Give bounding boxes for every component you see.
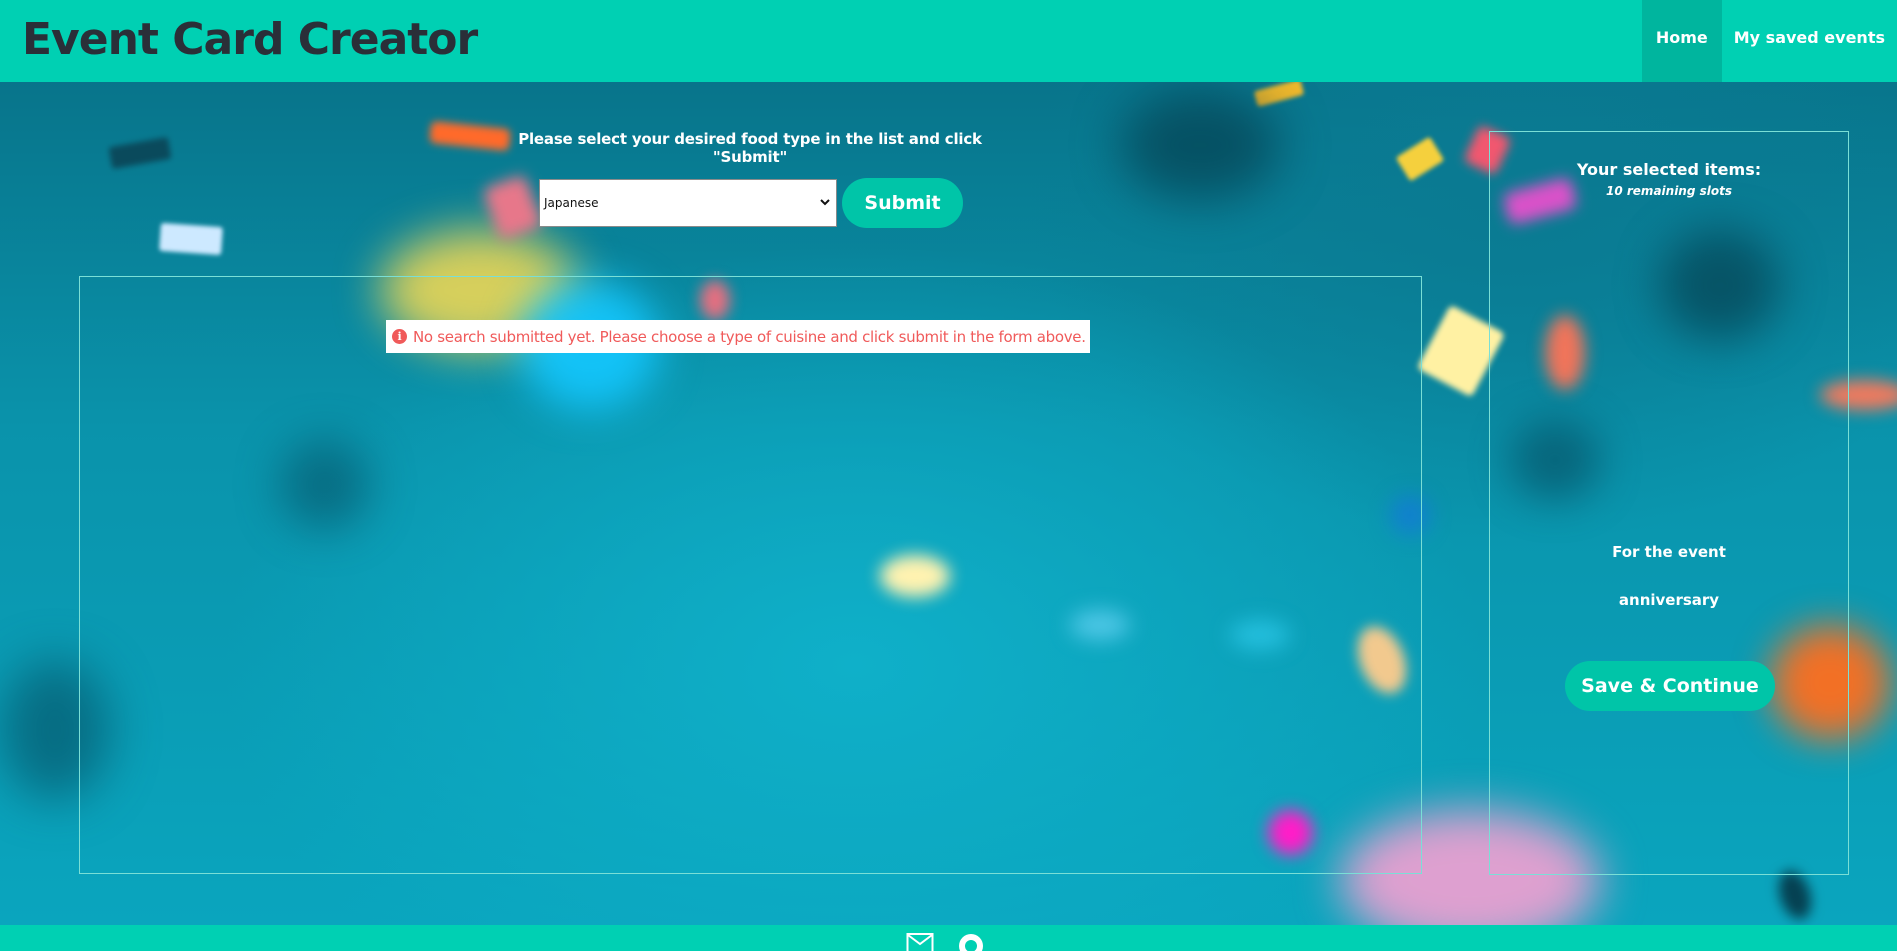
selected-items-title: Your selected items: [1576, 160, 1762, 179]
github-icon[interactable] [957, 932, 985, 951]
top-navbar: Event Card Creator Home My saved events [0, 0, 1897, 82]
nav-menu: Home My saved events [1641, 0, 1897, 82]
cuisine-select-value: Japanese [544, 196, 599, 210]
results-panel [79, 276, 1422, 874]
event-name: anniversary [1618, 591, 1720, 609]
search-instruction: Please select your desired food type in … [518, 130, 982, 166]
event-label: For the event [1612, 543, 1726, 561]
no-search-notice: i No search submitted yet. Please choose… [386, 320, 1090, 353]
selected-items-panel: Your selected items: 10 remaining slots … [1489, 131, 1849, 875]
submit-button[interactable]: Submit [842, 178, 963, 228]
remaining-slots: 10 remaining slots [1606, 184, 1732, 198]
notice-text: No search submitted yet. Please choose a… [413, 327, 1086, 346]
nav-home[interactable]: Home [1641, 0, 1722, 82]
cuisine-select[interactable]: Japanese [539, 179, 837, 227]
footer [0, 925, 1897, 951]
info-icon: i [392, 329, 407, 344]
save-continue-button[interactable]: Save & Continue [1565, 661, 1775, 711]
mail-icon[interactable] [906, 932, 934, 951]
chevron-down-icon [820, 199, 830, 206]
brand-title[interactable]: Event Card Creator [22, 8, 478, 72]
nav-saved-events[interactable]: My saved events [1722, 0, 1897, 82]
